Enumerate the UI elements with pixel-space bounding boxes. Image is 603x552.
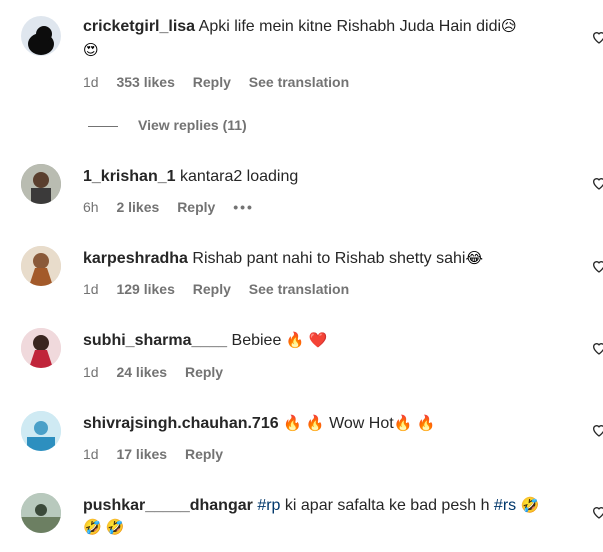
- likes-count[interactable]: 353 likes: [116, 74, 174, 90]
- comment-text: Bebiee: [231, 332, 282, 349]
- emoji: 🔥 🔥: [393, 415, 436, 432]
- comment-text: Wow Hot: [329, 415, 394, 432]
- hashtag-link[interactable]: #rs: [494, 497, 516, 514]
- view-replies-button[interactable]: View replies (11): [88, 117, 247, 133]
- reply-button[interactable]: Reply: [177, 199, 215, 215]
- reply-button[interactable]: Reply: [185, 446, 223, 462]
- comment-text: Rishab pant nahi to Rishab shetty sahi: [192, 250, 466, 267]
- emoji: 😂: [465, 250, 483, 267]
- username[interactable]: pushkar_____dhangar: [83, 497, 253, 514]
- avatar[interactable]: [21, 411, 61, 451]
- see-translation-button[interactable]: See translation: [249, 74, 349, 90]
- username[interactable]: cricketgirl_lisa: [83, 18, 195, 35]
- likes-count[interactable]: 17 likes: [116, 446, 167, 462]
- emoji: 🤣 🤣: [83, 519, 125, 536]
- emoji: 🔥 🔥: [283, 415, 325, 432]
- heart-outline-icon[interactable]: [591, 422, 603, 438]
- avatar[interactable]: [21, 16, 61, 56]
- comment-time[interactable]: 1d: [83, 281, 99, 297]
- avatar[interactable]: [21, 246, 61, 286]
- comment-time[interactable]: 1d: [83, 446, 99, 462]
- likes-count[interactable]: 24 likes: [116, 364, 167, 380]
- heart-outline-icon[interactable]: [591, 175, 603, 191]
- username[interactable]: shivrajsingh.chauhan.716: [83, 415, 279, 432]
- emoji: 😍: [83, 42, 99, 59]
- comment-time[interactable]: 6h: [83, 199, 99, 215]
- heart-outline-icon[interactable]: [591, 504, 603, 520]
- username[interactable]: karpeshradha: [83, 250, 188, 267]
- username[interactable]: subhi_sharma____: [83, 332, 227, 349]
- comment-text: ki apar safalta ke bad pesh h: [284, 497, 490, 514]
- avatar[interactable]: [21, 328, 61, 368]
- heart-outline-icon[interactable]: [591, 258, 603, 274]
- emoji: 😥: [501, 18, 517, 35]
- likes-count[interactable]: 129 likes: [116, 281, 174, 297]
- emoji: 🤣: [520, 497, 540, 514]
- divider: [88, 125, 118, 127]
- comment-time[interactable]: 1d: [83, 364, 99, 380]
- username[interactable]: 1_krishan_1: [83, 168, 176, 185]
- emoji: 🔥 ❤️: [285, 332, 328, 349]
- more-options-icon[interactable]: •••: [233, 199, 254, 215]
- avatar[interactable]: [21, 164, 61, 204]
- comment-text: kantara2 loading: [179, 168, 299, 185]
- reply-button[interactable]: Reply: [185, 364, 223, 380]
- avatar[interactable]: [21, 493, 61, 533]
- see-translation-button[interactable]: See translation: [249, 281, 349, 297]
- hashtag-link[interactable]: #rp: [257, 497, 280, 514]
- reply-button[interactable]: Reply: [193, 281, 231, 297]
- heart-outline-icon[interactable]: [591, 29, 603, 45]
- comment-time[interactable]: 1d: [83, 74, 99, 90]
- heart-outline-icon[interactable]: [591, 340, 603, 356]
- comment-text: Apki life mein kitne Rishabh Juda Hain d…: [198, 18, 502, 35]
- likes-count[interactable]: 2 likes: [116, 199, 159, 215]
- reply-button[interactable]: Reply: [193, 74, 231, 90]
